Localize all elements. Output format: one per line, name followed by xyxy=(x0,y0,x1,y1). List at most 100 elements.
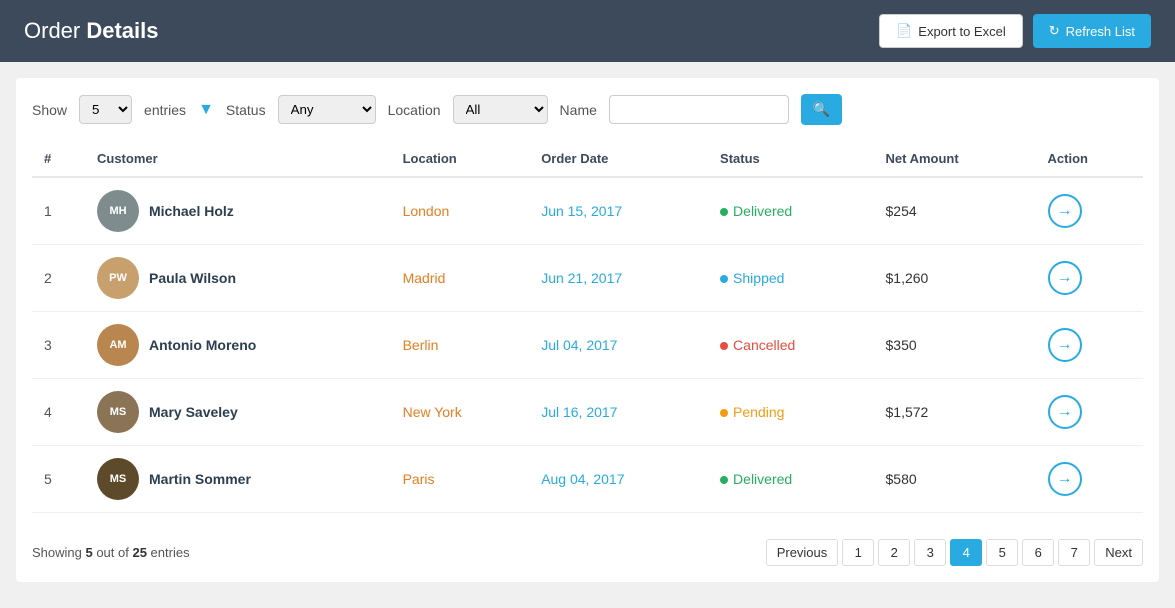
page-next-button[interactable]: Next xyxy=(1094,539,1143,566)
page-1-button[interactable]: 1 xyxy=(842,539,874,566)
col-customer: Customer xyxy=(85,141,391,177)
page-5-button[interactable]: 5 xyxy=(986,539,1018,566)
action-button[interactable]: → xyxy=(1048,261,1082,295)
order-date-cell: Aug 04, 2017 xyxy=(529,446,708,513)
status-cell: Pending xyxy=(708,379,873,446)
action-cell: → xyxy=(1036,312,1143,379)
customer-cell: PW Paula Wilson xyxy=(85,245,391,312)
export-label: Export to Excel xyxy=(918,24,1005,39)
status-cell: Delivered xyxy=(708,446,873,513)
order-date-value: Jun 15, 2017 xyxy=(541,203,622,219)
avatar: PW xyxy=(97,257,139,299)
refresh-icon: ↻ xyxy=(1049,23,1060,39)
table-header-row: # Customer Location Order Date Status Ne… xyxy=(32,141,1143,177)
status-value: Cancelled xyxy=(720,337,795,353)
table-row: 3 AM Antonio Moreno Berlin Jul 04, 2017 … xyxy=(32,312,1143,379)
net-amount-value: $254 xyxy=(874,177,1036,245)
status-dot xyxy=(720,208,728,216)
location-value: New York xyxy=(403,404,462,420)
name-input[interactable] xyxy=(609,95,789,124)
pagination: Previous 1 2 3 4 5 6 7 Next xyxy=(766,539,1143,566)
net-amount-value: $580 xyxy=(874,446,1036,513)
col-action: Action xyxy=(1036,141,1143,177)
customer-name: Michael Holz xyxy=(149,203,234,219)
title-normal: Order xyxy=(24,18,86,43)
page-header: Order Details 📄 Export to Excel ↻ Refres… xyxy=(0,0,1175,62)
table-footer: Showing 5 out of 25 entries Previous 1 2… xyxy=(32,529,1143,566)
status-value: Delivered xyxy=(720,471,792,487)
title-bold: Details xyxy=(86,18,158,43)
col-num: # xyxy=(32,141,85,177)
entries-label: entries xyxy=(144,102,186,118)
status-dot xyxy=(720,275,728,283)
show-entries-select[interactable]: 5 10 25 50 xyxy=(79,95,132,124)
page-3-button[interactable]: 3 xyxy=(914,539,946,566)
col-status: Status xyxy=(708,141,873,177)
avatar: AM xyxy=(97,324,139,366)
order-date-cell: Jul 04, 2017 xyxy=(529,312,708,379)
action-button[interactable]: → xyxy=(1048,328,1082,362)
customer-cell: MS Mary Saveley xyxy=(85,379,391,446)
location-value: Paris xyxy=(403,471,435,487)
show-label: Show xyxy=(32,102,67,118)
customer-name: Antonio Moreno xyxy=(149,337,256,353)
export-icon: 📄 xyxy=(896,23,912,39)
orders-table: # Customer Location Order Date Status Ne… xyxy=(32,141,1143,513)
status-select[interactable]: Any Delivered Shipped Cancelled Pending xyxy=(278,95,376,124)
status-value: Pending xyxy=(720,404,784,420)
location-select[interactable]: All London Madrid Berlin New York Paris xyxy=(453,95,548,124)
page-6-button[interactable]: 6 xyxy=(1022,539,1054,566)
location-cell: London xyxy=(391,177,530,245)
row-num: 2 xyxy=(32,245,85,312)
status-cell: Delivered xyxy=(708,177,873,245)
export-button[interactable]: 📄 Export to Excel xyxy=(879,14,1023,48)
filter-icon: ▼ xyxy=(198,101,214,119)
order-date-cell: Jun 15, 2017 xyxy=(529,177,708,245)
action-cell: → xyxy=(1036,379,1143,446)
col-order-date: Order Date xyxy=(529,141,708,177)
status-dot xyxy=(720,476,728,484)
order-date-cell: Jun 21, 2017 xyxy=(529,245,708,312)
action-button[interactable]: → xyxy=(1048,395,1082,429)
customer-cell: MH Michael Holz xyxy=(85,177,391,245)
refresh-button[interactable]: ↻ Refresh List xyxy=(1033,14,1151,48)
row-num: 3 xyxy=(32,312,85,379)
action-button[interactable]: → xyxy=(1048,194,1082,228)
page-7-button[interactable]: 7 xyxy=(1058,539,1090,566)
location-cell: New York xyxy=(391,379,530,446)
status-dot xyxy=(720,409,728,417)
order-date-value: Aug 04, 2017 xyxy=(541,471,624,487)
status-cell: Shipped xyxy=(708,245,873,312)
name-label: Name xyxy=(560,102,597,118)
table-controls: Show 5 10 25 50 entries ▼ Status Any Del… xyxy=(32,94,1143,125)
table-row: 2 PW Paula Wilson Madrid Jun 21, 2017 Sh… xyxy=(32,245,1143,312)
net-amount-value: $1,572 xyxy=(874,379,1036,446)
order-date-value: Jul 16, 2017 xyxy=(541,404,617,420)
location-cell: Madrid xyxy=(391,245,530,312)
location-cell: Paris xyxy=(391,446,530,513)
main-content: Show 5 10 25 50 entries ▼ Status Any Del… xyxy=(16,78,1159,582)
location-value: London xyxy=(403,203,450,219)
showing-text: Showing 5 out of 25 entries xyxy=(32,545,190,560)
order-date-value: Jul 04, 2017 xyxy=(541,337,617,353)
status-value: Delivered xyxy=(720,203,792,219)
action-button[interactable]: → xyxy=(1048,462,1082,496)
avatar: MS xyxy=(97,391,139,433)
page-2-button[interactable]: 2 xyxy=(878,539,910,566)
page-previous-button[interactable]: Previous xyxy=(766,539,839,566)
location-value: Madrid xyxy=(403,270,446,286)
action-cell: → xyxy=(1036,177,1143,245)
action-cell: → xyxy=(1036,446,1143,513)
location-cell: Berlin xyxy=(391,312,530,379)
search-button[interactable]: 🔍 xyxy=(801,94,842,125)
avatar: MH xyxy=(97,190,139,232)
net-amount-value: $1,260 xyxy=(874,245,1036,312)
net-amount-value: $350 xyxy=(874,312,1036,379)
customer-name: Martin Sommer xyxy=(149,471,251,487)
status-dot xyxy=(720,342,728,350)
customer-cell: MS Martin Sommer xyxy=(85,446,391,513)
customer-cell: AM Antonio Moreno xyxy=(85,312,391,379)
action-cell: → xyxy=(1036,245,1143,312)
refresh-label: Refresh List xyxy=(1066,24,1135,39)
page-4-button[interactable]: 4 xyxy=(950,539,982,566)
